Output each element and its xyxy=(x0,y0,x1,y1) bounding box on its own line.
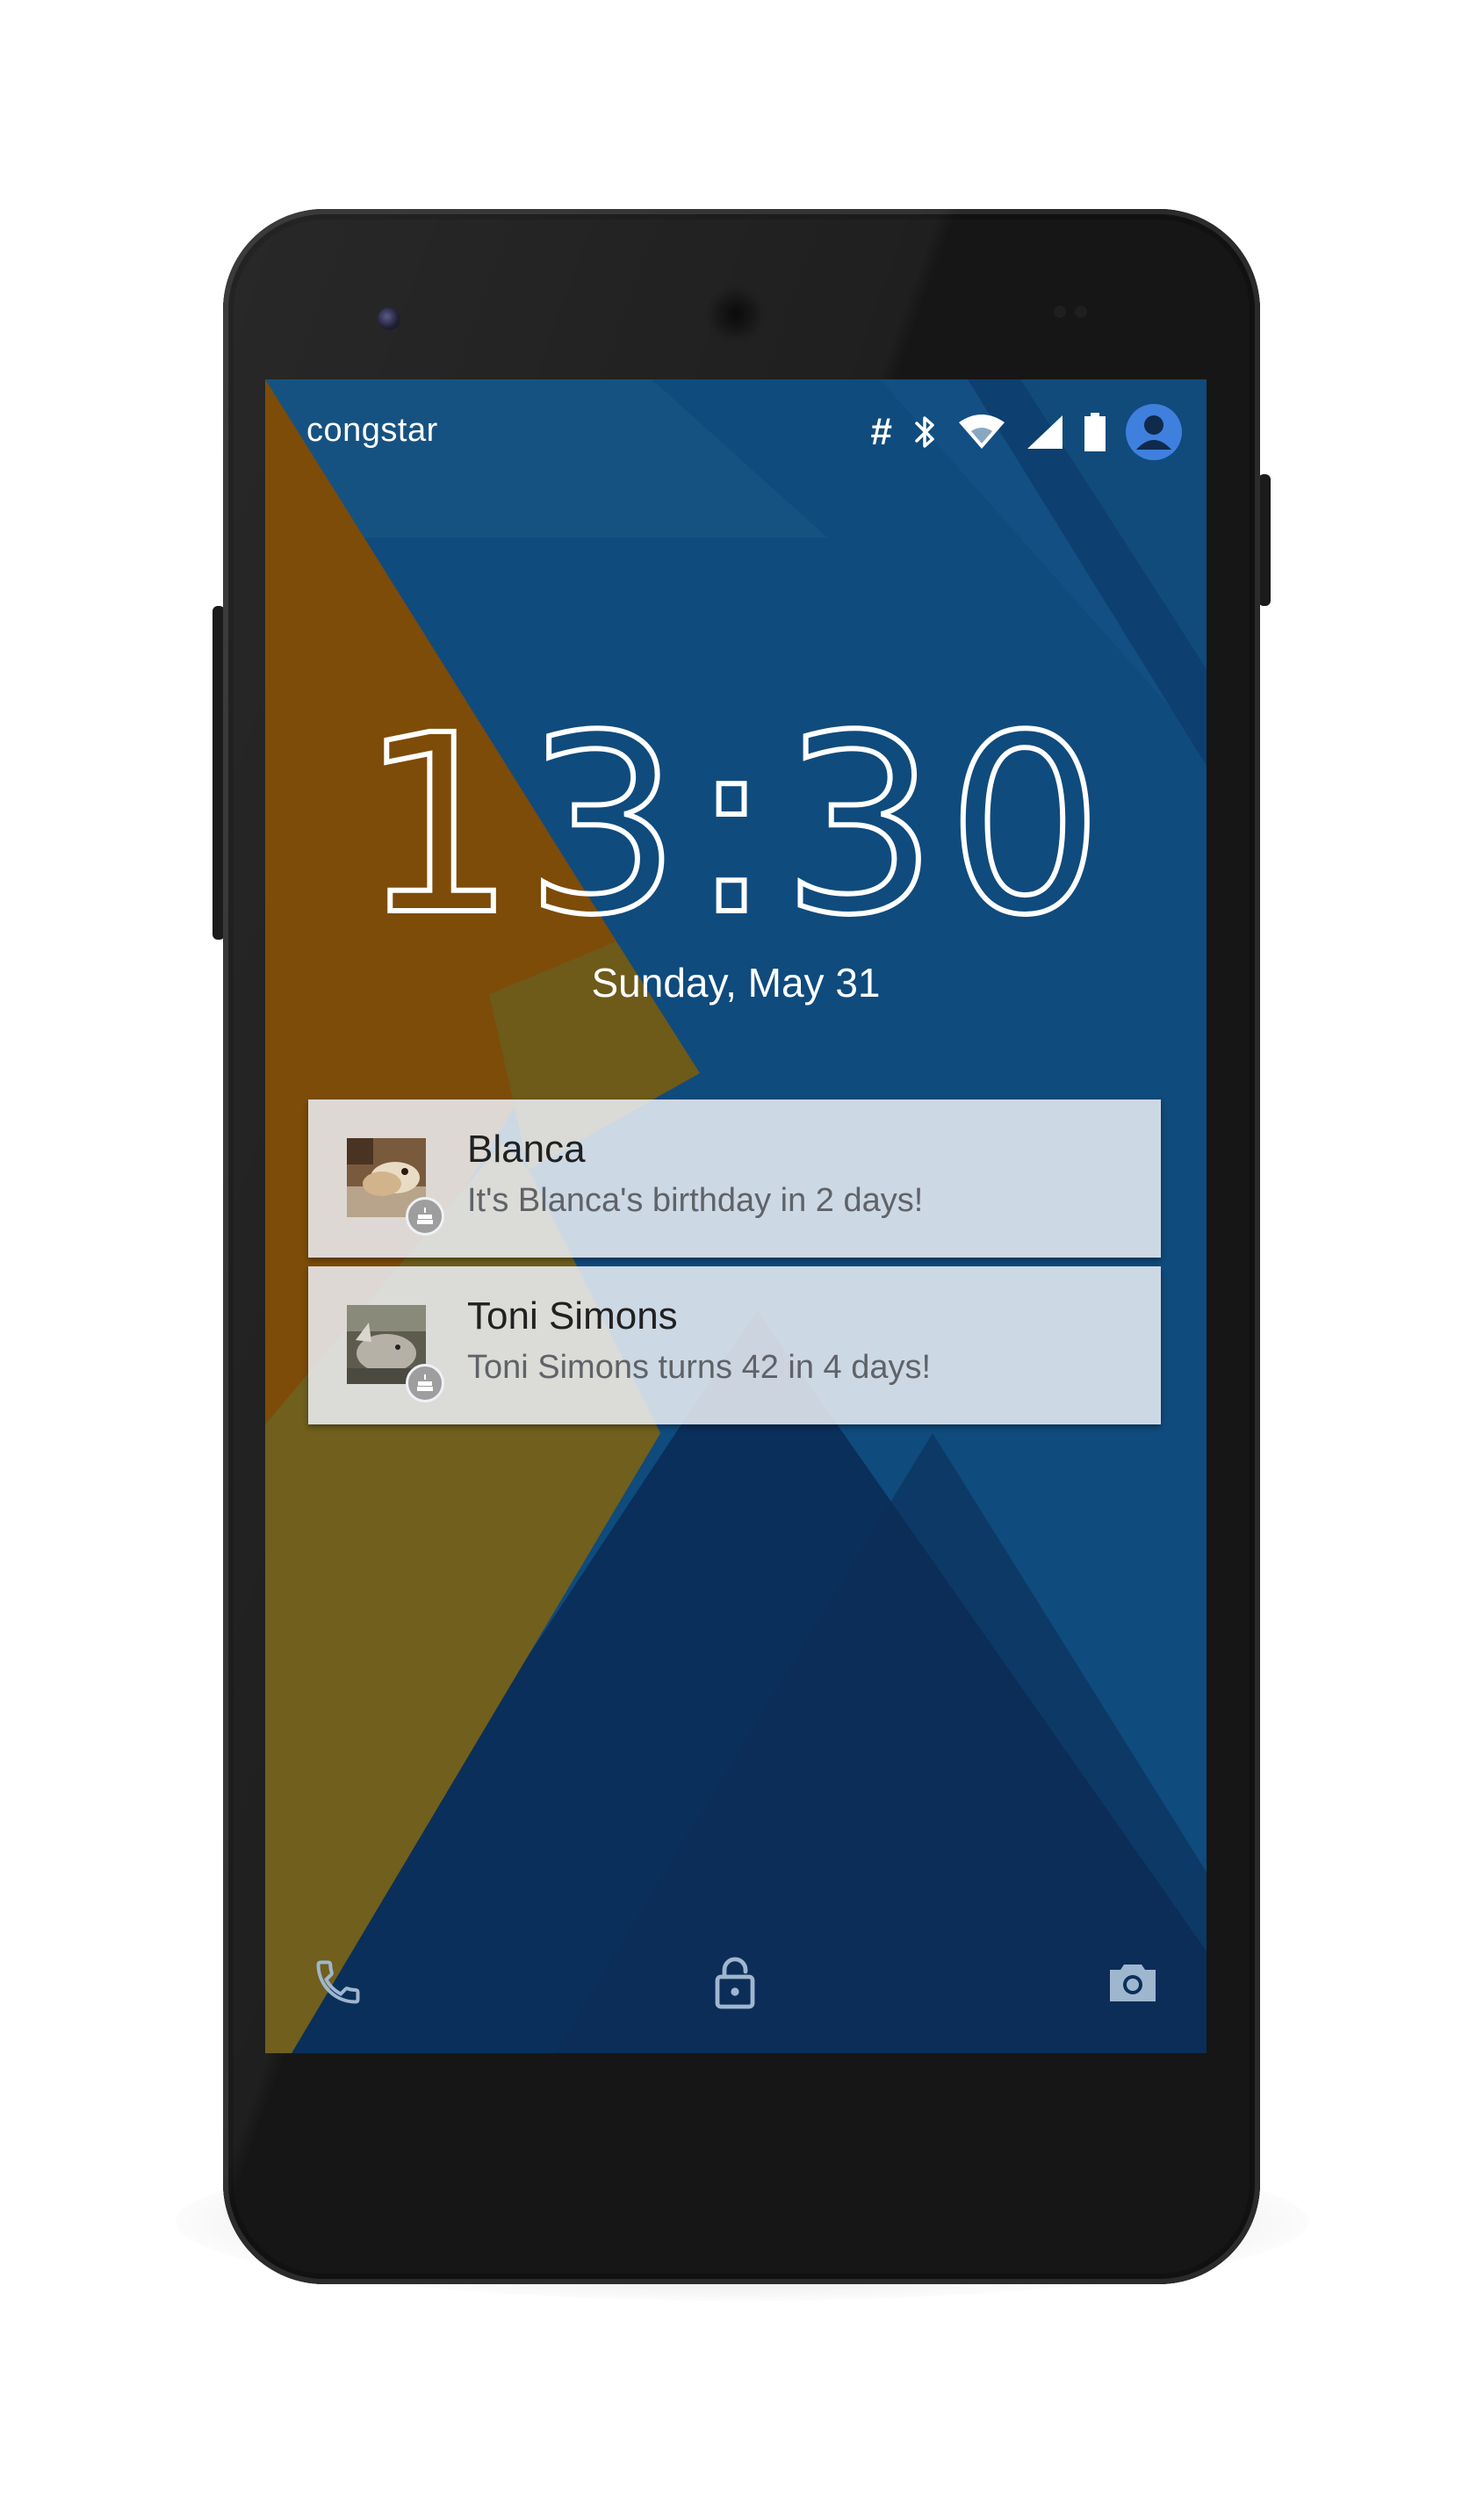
notification-title: Toni Simons xyxy=(467,1294,678,1337)
date-label: Sunday, May 31 xyxy=(591,960,881,1006)
wifi-icon xyxy=(957,414,1006,451)
cell-signal-icon xyxy=(1026,414,1064,451)
lock-icon[interactable] xyxy=(704,1951,766,2013)
clock-digits: 13:30 xyxy=(357,681,1113,972)
proximity-sensor xyxy=(1054,306,1098,321)
camera-icon[interactable] xyxy=(1102,1951,1163,2013)
user-avatar-icon[interactable] xyxy=(1126,404,1182,460)
notification-text: Toni Simons turns 42 in 4 days! xyxy=(467,1349,932,1386)
clock-time: 13:30 xyxy=(360,704,1113,933)
notification-card[interactable]: Blanca It's Blanca's birthday in 2 days! xyxy=(308,1099,1161,1258)
birthday-cake-icon xyxy=(406,1197,444,1236)
screenshot-page: congstar # 13:30 Sunday, May 31 Blanca I… xyxy=(0,0,1484,2509)
front-camera xyxy=(378,307,400,330)
battery-icon xyxy=(1084,413,1106,451)
hash-icon: # xyxy=(870,410,892,453)
clock: 13:30 xyxy=(265,681,1207,972)
bluetooth-icon xyxy=(911,413,938,451)
carrier-name: congstar xyxy=(306,412,438,449)
power-button xyxy=(1258,474,1271,606)
notification-card[interactable]: Toni Simons Toni Simons turns 42 in 4 da… xyxy=(308,1266,1161,1424)
phone-icon[interactable] xyxy=(307,1951,369,2013)
notification-text: It's Blanca's birthday in 2 days! xyxy=(467,1182,924,1219)
lock-screen[interactable]: congstar # 13:30 Sunday, May 31 Blanca I… xyxy=(265,379,1207,2053)
earpiece-speaker xyxy=(710,288,762,341)
birthday-cake-icon xyxy=(406,1364,444,1402)
notification-title: Blanca xyxy=(467,1128,586,1171)
status-icons: # xyxy=(852,404,1182,460)
